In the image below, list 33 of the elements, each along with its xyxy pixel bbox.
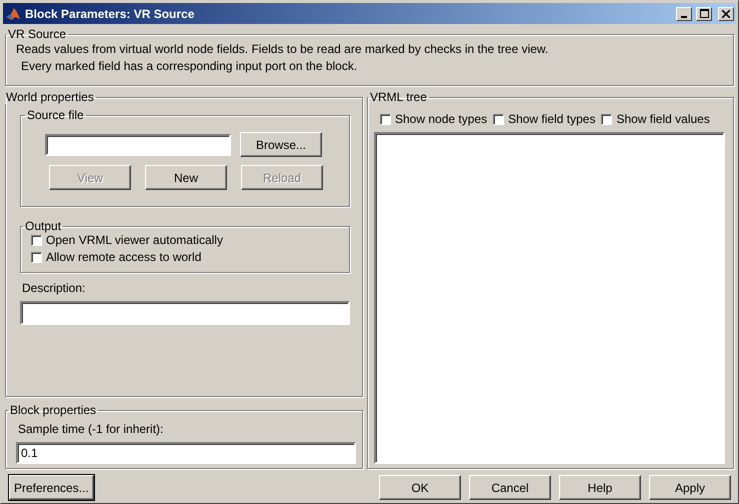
group-title: World properties [5,90,95,104]
close-icon [722,10,730,18]
maximize-icon [700,9,708,18]
description-text: Every marked field has a corresponding input port on the block. [20,58,358,75]
group-title: Block properties [9,403,98,417]
dialog-button[interactable]: Apply [649,475,731,500]
minimize-button[interactable] [676,6,692,20]
app-logo-icon [5,6,21,22]
preferences-button[interactable]: Preferences... [9,475,94,500]
field-label: Description: [21,280,86,297]
checkbox[interactable]: Open VRML viewer automatically [31,233,341,247]
description-field[interactable] [20,301,350,325]
group-title: Output [24,219,62,233]
browse-button[interactable]: Browse... [240,132,322,157]
checkbox[interactable]: Allow remote access to world [31,250,341,264]
checkbox[interactable]: Show field values [601,112,710,126]
dialog-button[interactable]: Cancel [469,475,551,500]
sample-time-field[interactable]: 0.1 [16,442,356,464]
checkbox[interactable]: Show node types [380,112,488,126]
field-label: Sample time (-1 for inherit): [17,421,164,438]
file-path-field[interactable] [45,134,231,156]
checkbox[interactable]: Show field types [493,112,596,126]
dialog-button[interactable]: OK [379,475,461,500]
group-title: Source file [26,108,85,122]
maximize-button[interactable] [696,6,712,20]
action-button[interactable]: New [145,165,227,190]
group-title: VR Source [7,27,68,41]
minimize-icon [681,16,687,18]
description-text: Reads values from virtual world node fields. Fields to be read are marked by checks in the tree view. [15,41,550,58]
dialog-button[interactable]: Help [559,475,641,500]
close-button[interactable] [718,6,734,20]
window-title: Block Parameters: VR Source [25,6,196,20]
group-title: VRML tree [369,90,428,104]
